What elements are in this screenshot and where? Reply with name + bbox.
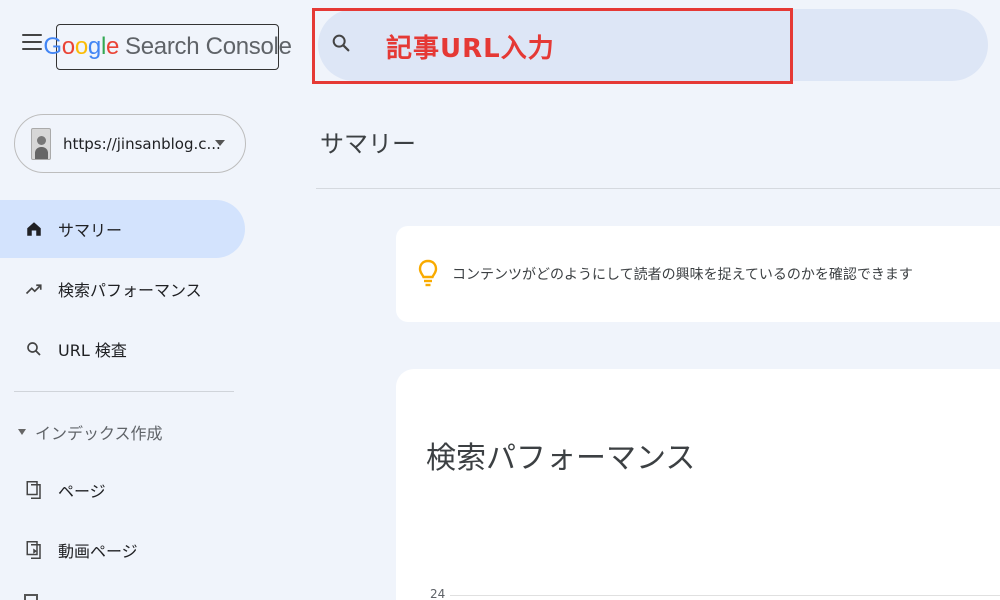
property-selector[interactable]: https://jinsanblog.c...	[14, 114, 246, 173]
google-wordmark: Google	[43, 33, 120, 60]
trending-up-icon	[24, 279, 44, 299]
nav-item-video-pages[interactable]: 動画ページ	[0, 521, 245, 579]
performance-card: 検索パフォーマンス 24	[396, 369, 1000, 600]
search-icon	[332, 34, 350, 52]
nav-item-label: 動画ページ	[58, 542, 138, 561]
partial-nav-icon	[24, 594, 38, 600]
nav-item-label: 検索パフォーマンス	[58, 281, 202, 300]
insight-text: コンテンツがどのようにして読者の興味を捉えているのかを確認できます	[452, 267, 913, 283]
pages-icon	[24, 480, 44, 500]
property-url: https://jinsanblog.c...	[63, 134, 221, 153]
search-console-logo[interactable]: Google Search Console	[43, 24, 292, 70]
y-axis-tick-label: 24	[430, 587, 446, 600]
sidebar-divider	[14, 391, 234, 392]
nav-item-url-inspection[interactable]: URL 検査	[0, 320, 245, 378]
video-page-icon	[24, 540, 44, 560]
lightbulb-icon	[418, 259, 438, 287]
dropdown-caret-icon	[215, 140, 225, 146]
nav-item-pages[interactable]: ページ	[0, 461, 245, 519]
product-name: Search Console	[125, 33, 292, 60]
collapse-caret-icon	[18, 429, 26, 435]
section-label: インデックス作成	[35, 424, 163, 443]
annotation-text: 記事URL入力	[386, 34, 555, 64]
chart-gridline	[450, 595, 1000, 596]
performance-title: 検索パフォーマンス	[426, 441, 696, 476]
home-icon	[24, 219, 44, 239]
insight-card[interactable]: コンテンツがどのようにして読者の興味を捉えているのかを確認できます	[396, 226, 1000, 322]
page-title: サマリー	[320, 130, 416, 158]
property-avatar	[31, 127, 51, 160]
search-icon	[24, 339, 44, 359]
nav-item-summary[interactable]: サマリー	[0, 200, 245, 258]
section-indexing-toggle[interactable]: インデックス作成	[18, 420, 163, 444]
title-divider	[316, 188, 1000, 189]
nav-item-label: サマリー	[58, 221, 123, 240]
nav-item-label: ページ	[58, 482, 106, 501]
nav-item-label: URL 検査	[58, 341, 127, 360]
nav-item-performance[interactable]: 検索パフォーマンス	[0, 260, 245, 318]
main-menu-button[interactable]	[22, 34, 42, 50]
